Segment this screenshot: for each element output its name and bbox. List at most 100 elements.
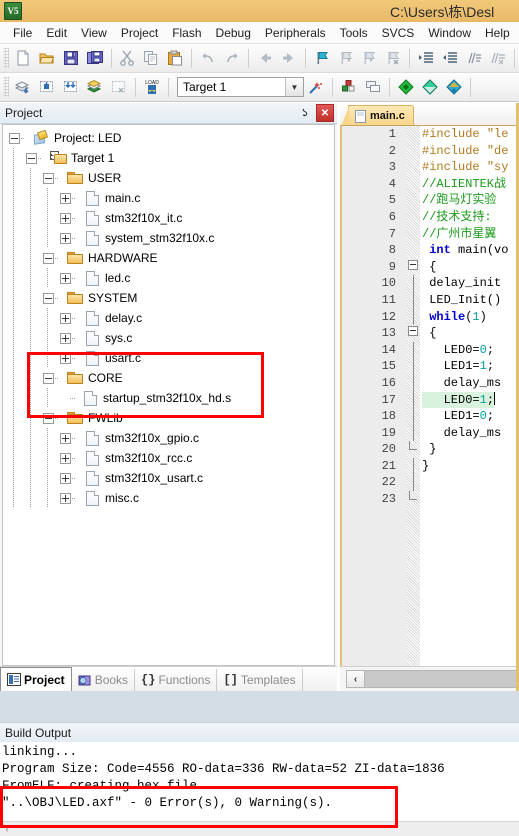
tab-project[interactable]: Project	[0, 667, 72, 691]
code-line[interactable]: 13 {	[342, 325, 519, 342]
batch-build-button[interactable]	[83, 76, 107, 99]
toolbar-grip[interactable]	[3, 48, 9, 68]
menu-peripherals[interactable]: Peripherals	[258, 24, 333, 42]
tree-item-system-stm32f10x-c[interactable]: system_stm32f10x.c	[3, 228, 334, 248]
tree-item-startup-stm32f10x-hd-s[interactable]: startup_stm32f10x_hd.s	[3, 388, 334, 408]
bookmark-prev-button[interactable]	[334, 47, 358, 70]
code-line[interactable]: 8 int main(vo	[342, 242, 519, 259]
editor-horizontal-scrollbar[interactable]: ‹	[340, 666, 519, 691]
scroll-left-arrow-icon[interactable]: ‹	[0, 824, 14, 834]
uncomment-button[interactable]	[486, 47, 510, 70]
menu-window[interactable]: Window	[421, 24, 478, 42]
panel-splitter[interactable]	[0, 691, 519, 722]
scroll-left-arrow-icon[interactable]: ‹	[346, 670, 365, 688]
code-editor[interactable]: 1 #include "le 2 #include "de 3 #include "sy 4…	[340, 125, 519, 667]
build-button[interactable]	[35, 76, 59, 99]
code-line[interactable]: 15 LED1=1;	[342, 358, 519, 375]
fold-marker[interactable]	[406, 325, 420, 342]
project-tree[interactable]: Project: LED Target 1 USER main.c stm32f10x_…	[2, 124, 335, 666]
code-line[interactable]: 23	[342, 491, 519, 508]
tree-item-sys-c[interactable]: sys.c	[3, 328, 334, 348]
save-button[interactable]	[59, 47, 83, 70]
menu-file[interactable]: File	[6, 24, 39, 42]
tree-item-led-c[interactable]: led.c	[3, 268, 334, 288]
menu-debug[interactable]: Debug	[209, 24, 258, 42]
multi-project-button[interactable]	[361, 76, 385, 99]
translate-button[interactable]	[11, 76, 35, 99]
code-line[interactable]: 14 LED0=0;	[342, 341, 519, 359]
code-line[interactable]: 3 #include "sy	[342, 159, 519, 176]
open-file-button[interactable]	[35, 47, 59, 70]
outdent-button[interactable]	[438, 47, 462, 70]
save-all-button[interactable]	[83, 47, 107, 70]
navigate-back-button[interactable]	[253, 47, 277, 70]
menu-view[interactable]: View	[74, 24, 114, 42]
menu-project[interactable]: Project	[114, 24, 165, 42]
tab-books[interactable]: ? Books	[72, 669, 136, 691]
build-horizontal-scrollbar[interactable]: ‹	[0, 821, 519, 836]
undo-button[interactable]	[196, 47, 220, 70]
code-line[interactable]: 2 #include "de	[342, 143, 519, 160]
stop-build-button[interactable]	[107, 76, 131, 99]
tree-item-target-1[interactable]: Target 1	[3, 148, 334, 168]
code-line[interactable]: 19 delay_ms	[342, 424, 519, 442]
code-line[interactable]: 16 delay_ms	[342, 374, 519, 392]
tree-item-misc-c[interactable]: misc.c	[3, 488, 334, 508]
indent-button[interactable]	[414, 47, 438, 70]
tab-functions[interactable]: {} Functions	[135, 669, 218, 691]
tab-templates[interactable]: [] Templates	[217, 669, 303, 691]
debug-stop-button[interactable]	[418, 76, 442, 99]
fold-marker[interactable]	[406, 259, 420, 276]
tree-item-delay-c[interactable]: delay.c	[3, 308, 334, 328]
redo-button[interactable]	[220, 47, 244, 70]
code-line[interactable]: 21}	[342, 457, 519, 475]
rebuild-button[interactable]	[59, 76, 83, 99]
menu-help[interactable]: Help	[478, 24, 517, 42]
tree-item-usart-c[interactable]: usart.c	[3, 348, 334, 368]
comment-button[interactable]	[462, 47, 486, 70]
target-select[interactable]: Target 1 ▼	[177, 77, 304, 97]
build-output-text[interactable]: linking... Program Size: Code=4556 RO-dat…	[0, 742, 519, 822]
menu-svcs[interactable]: SVCS	[375, 24, 422, 42]
code-line[interactable]: 6 //技术支持:	[342, 209, 519, 226]
code-line[interactable]: 18 LED1=0;	[342, 408, 519, 425]
code-line[interactable]: 1 #include "le	[342, 126, 519, 143]
menu-tools[interactable]: Tools	[333, 24, 375, 42]
menu-edit[interactable]: Edit	[39, 24, 74, 42]
chevron-down-icon[interactable]: ▼	[285, 78, 303, 96]
copy-button[interactable]	[139, 47, 163, 70]
tree-item-stm32f10x-usart-c[interactable]: stm32f10x_usart.c	[3, 468, 334, 488]
code-line[interactable]: 10 delay_init	[342, 275, 519, 292]
pin-icon[interactable]: ১	[297, 105, 313, 121]
debug-start-button[interactable]	[394, 76, 418, 99]
editor-tab-main-c[interactable]: main.c	[341, 105, 414, 127]
configuration-wizard-button[interactable]	[442, 76, 466, 99]
tree-item-stm32f10x-gpio-c[interactable]: stm32f10x_gpio.c	[3, 428, 334, 448]
toolbar-grip[interactable]	[3, 77, 9, 97]
code-line[interactable]: 9 {	[342, 259, 519, 276]
code-line[interactable]: 17 LED0=1;	[342, 391, 519, 409]
code-line[interactable]: 11 LED_Init()	[342, 291, 519, 309]
tree-item-project-led[interactable]: Project: LED	[3, 128, 334, 148]
manage-project-items-button[interactable]	[337, 76, 361, 99]
tree-item-stm32f10x-it-c[interactable]: stm32f10x_it.c	[3, 208, 334, 228]
scroll-thumb[interactable]	[365, 670, 517, 688]
paste-button[interactable]	[163, 47, 187, 70]
code-line[interactable]: 20 }	[342, 441, 519, 458]
code-line[interactable]: 12 while(1)	[342, 308, 519, 326]
code-line[interactable]: 22	[342, 474, 519, 492]
code-line[interactable]: 7 //广州市星翼	[342, 226, 519, 243]
bookmark-toggle-button[interactable]	[310, 47, 334, 70]
tree-item-stm32f10x-rcc-c[interactable]: stm32f10x_rcc.c	[3, 448, 334, 468]
close-icon[interactable]: ✕	[316, 104, 334, 122]
cut-button[interactable]	[116, 47, 140, 70]
download-button[interactable]: LOAD	[140, 76, 164, 99]
target-options-button[interactable]	[304, 76, 328, 99]
new-file-button[interactable]	[11, 47, 35, 70]
bookmark-next-button[interactable]	[358, 47, 382, 70]
code-line[interactable]: 4 //ALIENTEK战	[342, 176, 519, 193]
code-line[interactable]: 5 //跑马灯实验	[342, 192, 519, 209]
tree-item-main-c[interactable]: main.c	[3, 188, 334, 208]
menu-flash[interactable]: Flash	[165, 24, 208, 42]
navigate-forward-button[interactable]	[277, 47, 301, 70]
